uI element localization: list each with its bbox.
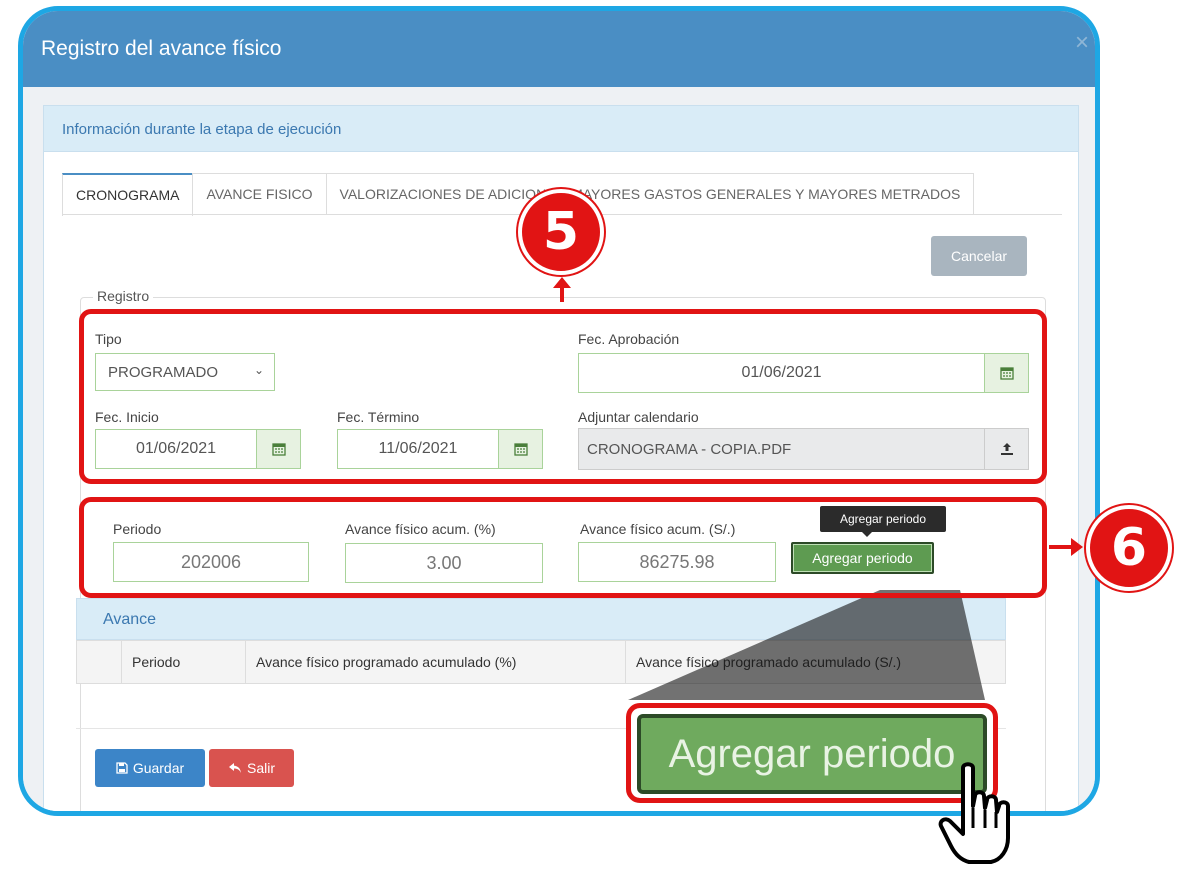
step-5-badge: 5 <box>518 189 604 275</box>
annotation-box-5 <box>79 309 1047 484</box>
annotation-box-6 <box>79 497 1047 598</box>
arrow-5-head <box>553 277 571 288</box>
zoom-funnel <box>628 590 985 700</box>
arrow-6-head <box>1071 538 1083 556</box>
hand-pointer-icon <box>938 762 1010 864</box>
step-6-badge: 6 <box>1086 505 1172 591</box>
